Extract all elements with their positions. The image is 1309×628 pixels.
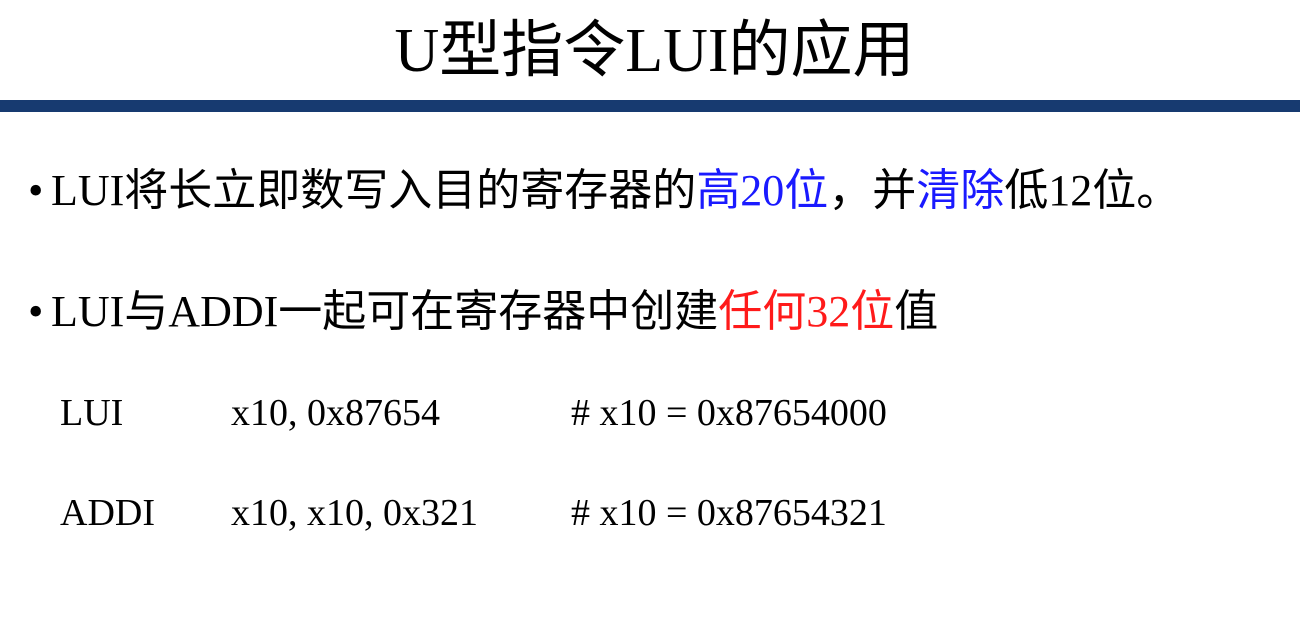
code-opcode: ADDI bbox=[60, 492, 155, 534]
bullet-lui-description: • LUI将长立即数写入目的寄存器的高20位，并清除低12位。 bbox=[28, 163, 1180, 219]
code-comment: # x10 = 0x87654000 bbox=[571, 392, 887, 434]
bullet-1-text-post: 低12位。 bbox=[1004, 166, 1181, 215]
bullet-1-emphasis-clear: 清除 bbox=[916, 166, 1005, 215]
bullet-1-emphasis-high20: 高20位 bbox=[696, 166, 829, 215]
code-operands: x10, x10, 0x321 bbox=[231, 492, 478, 534]
bullet-icon: • bbox=[28, 287, 44, 336]
bullet-icon: • bbox=[28, 166, 44, 215]
slide-title: U型指令LUI的应用 bbox=[394, 17, 915, 85]
title-divider bbox=[0, 100, 1300, 112]
bullet-2-emphasis-any32: 任何32位 bbox=[718, 287, 895, 336]
bullet-2-text: LUI与ADDI一起可在寄存器中创建 bbox=[51, 287, 719, 336]
bullet-1-text: LUI将长立即数写入目的寄存器的 bbox=[51, 166, 697, 215]
code-opcode: LUI bbox=[60, 392, 124, 434]
bullet-2-text-post: 值 bbox=[894, 287, 939, 336]
bullet-1-text-mid: ，并 bbox=[828, 166, 917, 215]
code-comment: # x10 = 0x87654321 bbox=[571, 492, 887, 534]
bullet-lui-addi-description: • LUI与ADDI一起可在寄存器中创建任何32位值 bbox=[28, 284, 938, 340]
code-operands: x10, 0x87654 bbox=[231, 392, 440, 434]
